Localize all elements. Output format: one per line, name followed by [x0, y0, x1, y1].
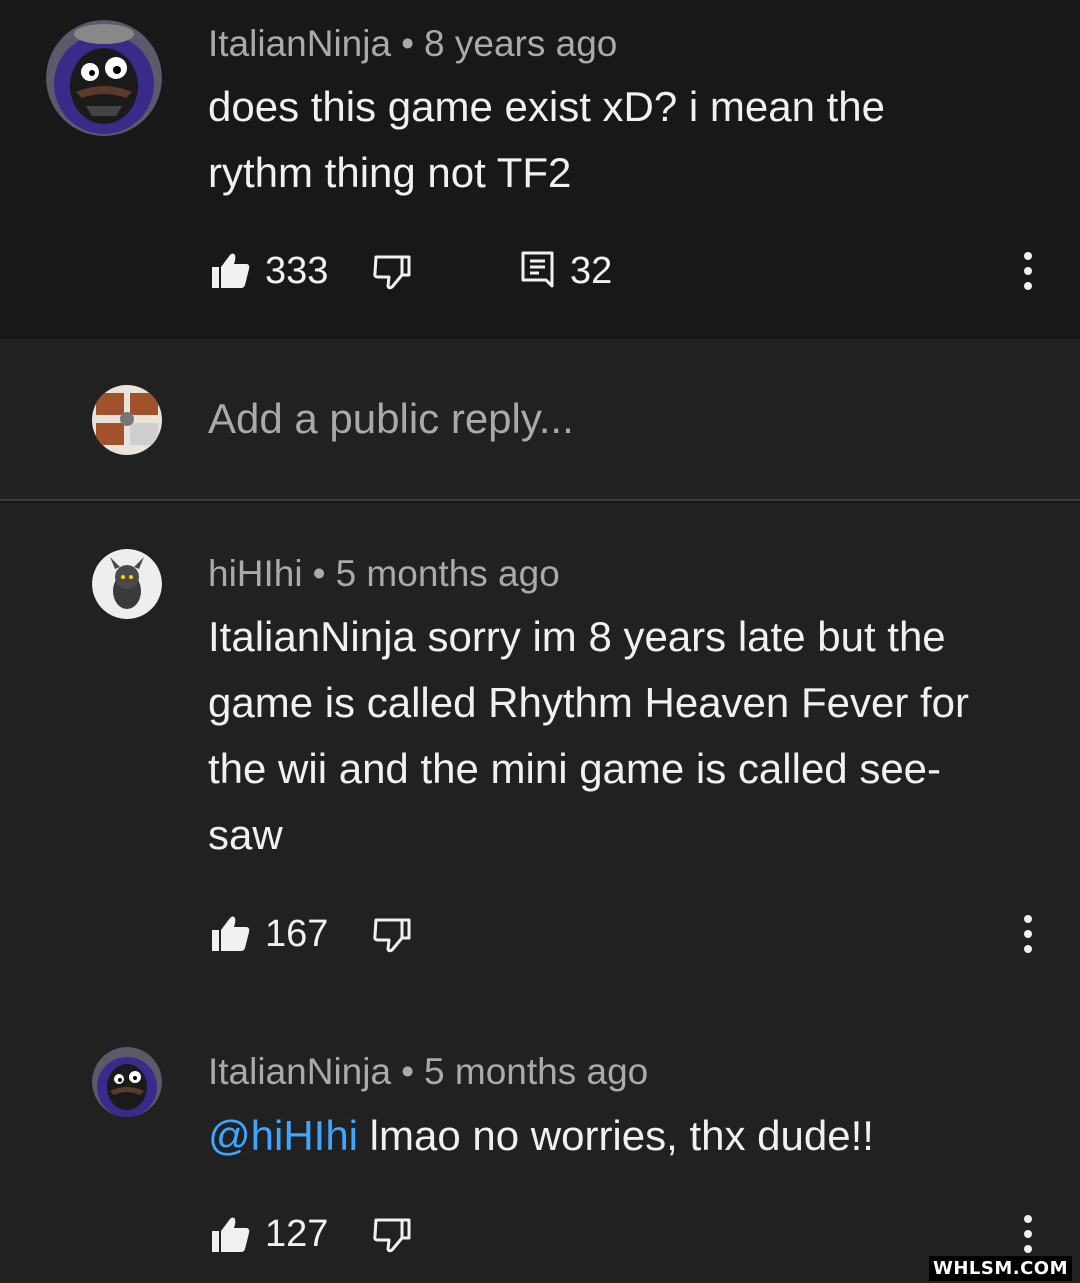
reply-author-avatar[interactable] [92, 1047, 162, 1117]
reply-text-line: game is called Rhythm Heaven Fever for [208, 679, 969, 726]
reply-time[interactable]: 5 months ago [424, 1051, 648, 1092]
meta-separator: • [401, 23, 415, 64]
comment-text-line: does this game exist xD? i mean the [208, 83, 886, 130]
reply-text: ItalianNinja sorry im 8 years late but t… [208, 604, 1048, 868]
more-options-icon[interactable] [1018, 914, 1038, 954]
reply-author-avatar[interactable] [92, 549, 162, 619]
meta-separator: • [312, 553, 326, 594]
meta-separator: • [401, 1051, 415, 1092]
author-name[interactable]: ItalianNinja [208, 23, 391, 64]
comment-meta: ItalianNinja • 8 years ago [208, 22, 617, 66]
reply-text-content: lmao no worries, thx dude!! [358, 1112, 874, 1159]
reply-meta: ItalianNinja • 5 months ago [208, 1050, 648, 1094]
reply-author-name[interactable]: hiHIhi [208, 553, 303, 594]
reply-input[interactable]: Add a public reply... [208, 394, 574, 444]
more-options-icon[interactable] [1018, 251, 1038, 291]
mention-link[interactable]: @hiHIhi [208, 1112, 358, 1159]
reply-text: @hiHIhi lmao no worries, thx dude!! [208, 1103, 1048, 1169]
reply-count[interactable]: 32 [570, 249, 612, 293]
like-count: 167 [265, 913, 329, 955]
author-avatar[interactable] [46, 20, 162, 136]
reply-text-line: saw [208, 811, 283, 858]
dislike-icon[interactable] [372, 253, 412, 293]
more-options-icon[interactable] [1018, 1214, 1038, 1254]
watermark: WHLSM.COM [928, 1256, 1072, 1281]
current-user-avatar [92, 385, 162, 455]
like-count: 127 [265, 1213, 329, 1255]
reply-text-line: the wii and the mini game is called see- [208, 745, 942, 792]
top-comment: ItalianNinja • 8 years ago does this game … [0, 0, 1080, 339]
reply-time[interactable]: 5 months ago [336, 553, 560, 594]
comment-text: does this game exist xD? i mean the ryth… [208, 74, 1048, 206]
dislike-icon[interactable] [372, 1216, 412, 1256]
like-icon[interactable] [210, 913, 250, 953]
reply-author-name[interactable]: ItalianNinja [208, 1051, 391, 1092]
comment-time[interactable]: 8 years ago [424, 23, 617, 64]
dislike-icon[interactable] [372, 916, 412, 956]
comments-page: ItalianNinja • 8 years ago does this game … [0, 0, 1080, 1283]
like-count: 333 [265, 250, 329, 292]
like-icon[interactable] [210, 250, 250, 290]
reply-meta: hiHIhi • 5 months ago [208, 552, 560, 596]
like-icon[interactable] [210, 1214, 250, 1254]
reply-text-line: ItalianNinja sorry im 8 years late but t… [208, 613, 946, 660]
comment-text-line: rythm thing not TF2 [208, 149, 572, 196]
reply-icon[interactable] [519, 250, 559, 290]
